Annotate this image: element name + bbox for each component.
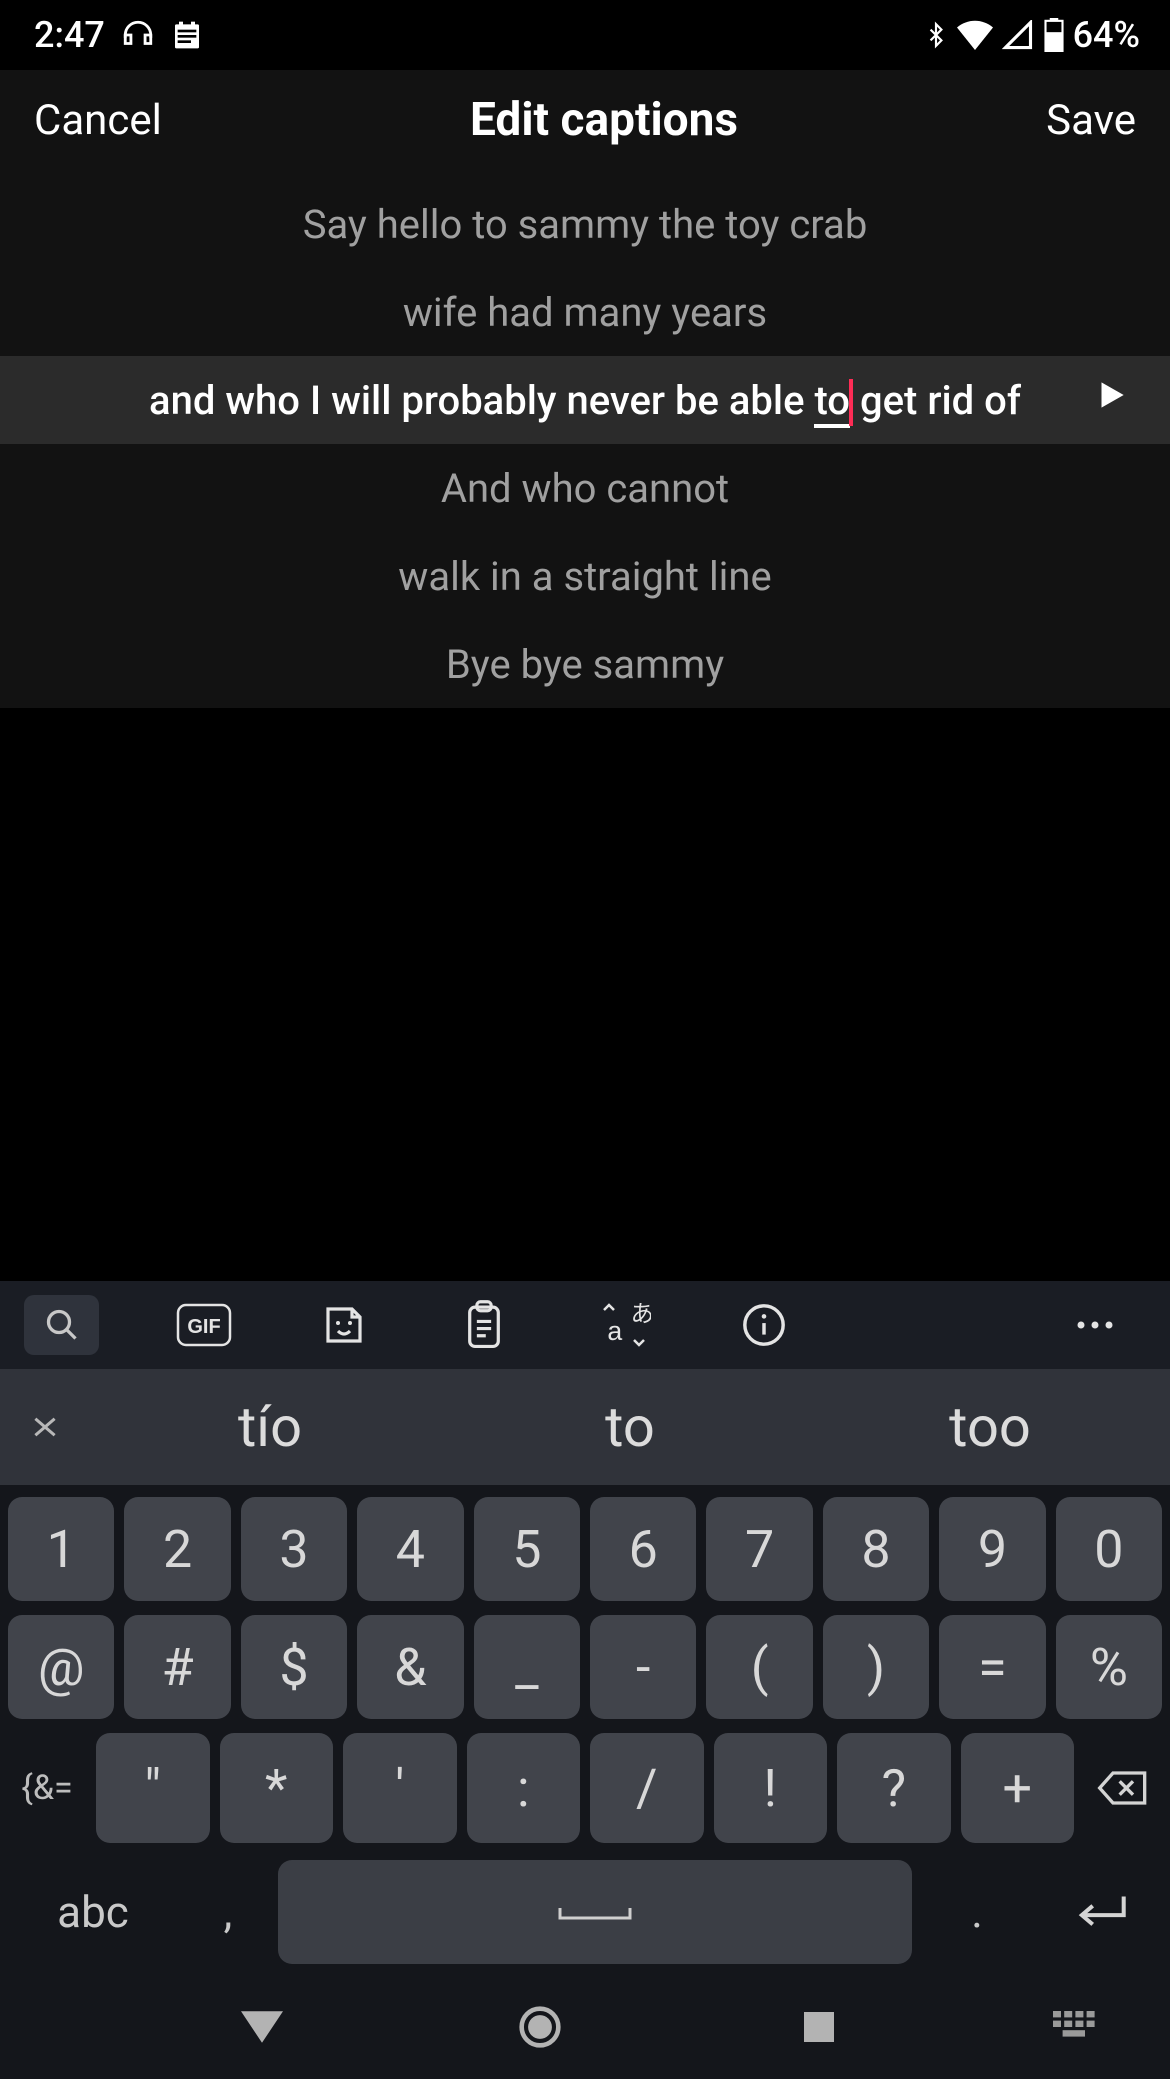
bluetooth-icon <box>923 18 949 52</box>
key-5[interactable]: 5 <box>474 1497 580 1601</box>
key-8[interactable]: 8 <box>823 1497 929 1601</box>
cancel-button[interactable]: Cancel <box>34 96 162 145</box>
nav-recent-button[interactable] <box>754 2009 884 2045</box>
key-backspace[interactable] <box>1084 1733 1162 1843</box>
caption-line-active[interactable]: and who I will probably never be able to… <box>0 356 1170 444</box>
key-period[interactable]: . <box>922 1857 1032 1967</box>
play-icon[interactable] <box>1092 376 1130 424</box>
app-screen: Cancel Edit captions Save Say hello to s… <box>0 70 1170 708</box>
calendar-icon <box>171 19 203 51</box>
key-percent[interactable]: % <box>1056 1615 1162 1719</box>
kb-gif-button[interactable]: GIF <box>169 1295 239 1355</box>
key-star[interactable]: * <box>220 1733 334 1843</box>
cell-signal-icon <box>1001 20 1035 50</box>
key-dash[interactable]: - <box>590 1615 696 1719</box>
key-dollar[interactable]: $ <box>241 1615 347 1719</box>
key-apostrophe[interactable]: ' <box>343 1733 457 1843</box>
status-left: 2:47 <box>34 14 203 56</box>
suggestion-item[interactable]: too <box>810 1394 1170 1460</box>
key-3[interactable]: 3 <box>241 1497 347 1601</box>
key-7[interactable]: 7 <box>706 1497 812 1601</box>
key-slash[interactable]: / <box>590 1733 704 1843</box>
keyboard-toolbar: GIF aあ <box>0 1281 1170 1369</box>
key-4[interactable]: 4 <box>357 1497 463 1601</box>
key-quote[interactable]: " <box>96 1733 210 1843</box>
header: Cancel Edit captions Save <box>0 70 1170 170</box>
key-bang[interactable]: ! <box>714 1733 828 1843</box>
svg-text:a: a <box>607 1316 622 1346</box>
caption-line[interactable]: Bye bye sammy <box>0 620 1170 708</box>
kb-more-button[interactable] <box>1060 1295 1130 1355</box>
key-amp[interactable]: & <box>357 1615 463 1719</box>
system-nav-bar <box>8 1981 1162 2073</box>
key-underscore[interactable]: _ <box>474 1615 580 1719</box>
wifi-icon <box>957 20 993 50</box>
key-abc[interactable]: abc <box>8 1857 178 1967</box>
key-2[interactable]: 2 <box>124 1497 230 1601</box>
page-title: Edit captions <box>470 93 738 147</box>
key-paren-open[interactable]: ( <box>706 1615 812 1719</box>
kb-info-button[interactable] <box>729 1295 799 1355</box>
suggestion-item[interactable]: tío <box>90 1394 450 1460</box>
key-more-symbols[interactable]: {&= <box>8 1733 86 1843</box>
save-button[interactable]: Save <box>1046 96 1136 145</box>
status-time: 2:47 <box>34 14 105 56</box>
caption-line[interactable]: walk in a straight line <box>0 532 1170 620</box>
caption-line[interactable]: wife had many years <box>0 268 1170 356</box>
kb-sticker-button[interactable] <box>309 1295 379 1355</box>
caption-line[interactable]: And who cannot <box>0 444 1170 532</box>
battery-percent: 64% <box>1073 14 1140 56</box>
kb-clipboard-button[interactable] <box>449 1295 519 1355</box>
suggestion-bar: tío to too <box>0 1369 1170 1485</box>
key-equals[interactable]: = <box>939 1615 1045 1719</box>
key-grid: 1 2 3 4 5 6 7 8 9 0 @ # $ & _ - ( ) = % … <box>0 1485 1170 2079</box>
svg-text:GIF: GIF <box>187 1316 220 1338</box>
key-enter[interactable] <box>1042 1857 1162 1967</box>
suggestion-collapse-button[interactable] <box>0 1405 90 1449</box>
status-right: 64% <box>923 14 1140 56</box>
key-comma[interactable]: , <box>188 1857 268 1967</box>
caption-line[interactable]: Say hello to sammy the toy crab <box>0 180 1170 268</box>
caption-list: Say hello to sammy the toy crab wife had… <box>0 170 1170 708</box>
nav-keyboard-switch-button[interactable] <box>1032 2011 1122 2043</box>
key-1[interactable]: 1 <box>8 1497 114 1601</box>
key-at[interactable]: @ <box>8 1615 114 1719</box>
caption-editing-text[interactable]: and who I will probably never be able to… <box>149 377 1021 424</box>
key-paren-close[interactable]: ) <box>823 1615 929 1719</box>
suggestion-item[interactable]: to <box>450 1394 810 1460</box>
headphones-icon <box>121 18 155 52</box>
keyboard: GIF aあ tío to too <box>0 1281 1170 2079</box>
key-9[interactable]: 9 <box>939 1497 1045 1601</box>
key-question[interactable]: ? <box>837 1733 951 1843</box>
key-plus[interactable]: + <box>961 1733 1075 1843</box>
nav-back-button[interactable] <box>197 2011 327 2043</box>
key-colon[interactable]: : <box>467 1733 581 1843</box>
key-0[interactable]: 0 <box>1056 1497 1162 1601</box>
key-space[interactable] <box>278 1860 912 1964</box>
nav-home-button[interactable] <box>475 2005 605 2049</box>
kb-search-button[interactable] <box>24 1295 99 1355</box>
status-bar: 2:47 64% <box>0 0 1170 70</box>
battery-icon <box>1043 18 1065 52</box>
key-6[interactable]: 6 <box>590 1497 696 1601</box>
key-hash[interactable]: # <box>124 1615 230 1719</box>
svg-text:あ: あ <box>631 1301 651 1327</box>
kb-translate-button[interactable]: aあ <box>589 1295 659 1355</box>
